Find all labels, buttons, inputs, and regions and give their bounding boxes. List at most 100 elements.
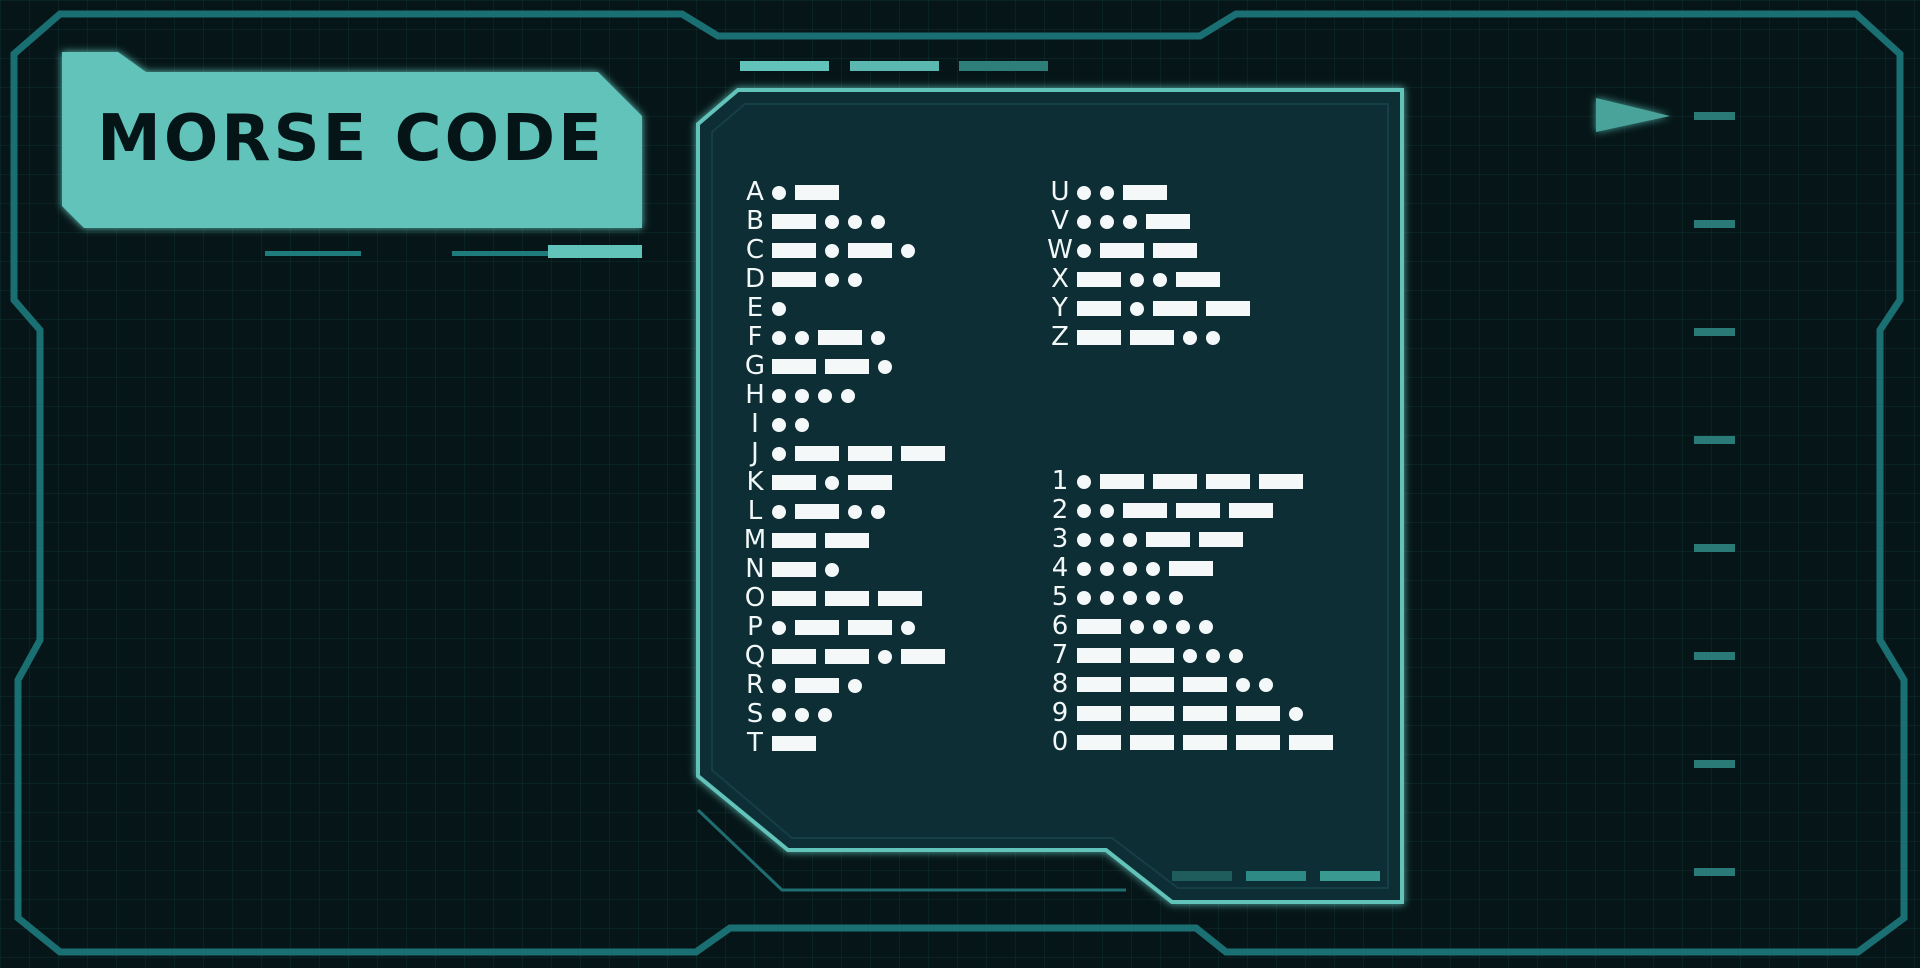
morse-dot [795,330,809,345]
morse-dot [818,388,832,403]
scale-tick [1694,112,1735,120]
morse-row: U [1047,178,1174,207]
morse-row: 8 [1047,670,1280,699]
morse-code-sequence [1075,590,1190,605]
morse-code-sequence [770,272,869,287]
morse-dash [1077,648,1121,663]
morse-character: J [751,438,759,468]
morse-dash [772,272,816,287]
morse-code-sequence [1075,474,1310,489]
morse-dash [1236,735,1280,750]
morse-dot [871,504,885,519]
morse-dash [848,446,892,461]
morse-dot [795,707,809,722]
morse-character: C [745,235,765,265]
morse-code-sequence [770,533,876,548]
morse-dash [1130,735,1174,750]
morse-row: E [742,294,793,323]
morse-dash [848,620,892,635]
morse-dot [1077,532,1091,547]
morse-row: 3 [1047,525,1250,554]
morse-dot [825,243,839,258]
morse-dot [1077,590,1091,605]
morse-dash [772,475,816,490]
morse-dot [901,243,915,258]
morse-code-sequence [1075,330,1227,345]
morse-dot [1229,648,1243,663]
morse-dash [901,649,945,664]
hud-screen: MORSE CODE ABCDEFGHIJKLMNOPQRST UVWXYZ 1… [0,0,1920,968]
morse-dash [1206,301,1250,316]
morse-dash [1077,619,1121,634]
morse-row: Z [1047,323,1227,352]
morse-character: D [744,264,766,294]
morse-character: Q [744,641,766,671]
morse-character: N [745,554,765,584]
morse-row: D [742,265,869,294]
morse-dot [1153,272,1167,287]
morse-dash [795,446,839,461]
morse-code-sequence [770,475,899,490]
scale-tick [1694,544,1735,552]
morse-row: N [742,555,846,584]
morse-dash [1077,272,1121,287]
morse-dot [1100,561,1114,576]
morse-dot [825,272,839,287]
panel-indicator-1 [1172,871,1232,881]
morse-code-sequence [1075,532,1250,547]
morse-code-sequence [770,214,892,229]
morse-character: 2 [1051,495,1069,525]
morse-row: X [1047,265,1227,294]
morse-code-sequence [1075,735,1340,750]
morse-row: 9 [1047,699,1310,728]
morse-character: P [747,612,763,642]
morse-code-sequence [770,562,846,577]
morse-character: 9 [1051,698,1069,728]
morse-character: M [743,525,767,555]
morse-code-sequence [1075,503,1280,518]
morse-dot [795,388,809,403]
morse-dot [1183,330,1197,345]
morse-code-sequence [1075,619,1220,634]
morse-dot [825,475,839,490]
morse-dash [1130,330,1174,345]
morse-dash [1259,474,1303,489]
panel-indicator-3 [1320,871,1380,881]
morse-code-sequence [1075,648,1250,663]
morse-row: 1 [1047,467,1310,496]
morse-row: B [742,207,892,236]
scale-tick [1694,652,1735,660]
morse-dot [848,678,862,693]
morse-character: I [751,409,759,439]
morse-dot [795,417,809,432]
morse-character: 3 [1051,524,1069,554]
morse-row: A [742,178,846,207]
morse-dash [1206,474,1250,489]
morse-dot [1289,706,1303,721]
morse-dot [772,446,786,461]
morse-dot [825,562,839,577]
morse-character: S [746,699,764,729]
morse-dot [1100,185,1114,200]
morse-dot [772,388,786,403]
morse-row: F [742,323,892,352]
morse-dot [1123,214,1137,229]
morse-dot [1123,561,1137,576]
morse-dot [772,678,786,693]
morse-character: 4 [1051,553,1069,583]
morse-dash [772,359,816,374]
morse-dash [795,185,839,200]
morse-dash [1153,474,1197,489]
morse-row: 6 [1047,612,1220,641]
top-indicator-1 [740,61,829,71]
morse-dot [1130,301,1144,316]
morse-dot [1259,677,1273,692]
morse-code-sequence [770,678,869,693]
morse-code-sequence [770,330,892,345]
morse-character: A [746,177,764,207]
morse-dot [772,620,786,635]
morse-row: L [742,497,892,526]
morse-code-sequence [770,620,922,635]
morse-character: K [746,467,764,497]
morse-character: G [744,351,766,381]
